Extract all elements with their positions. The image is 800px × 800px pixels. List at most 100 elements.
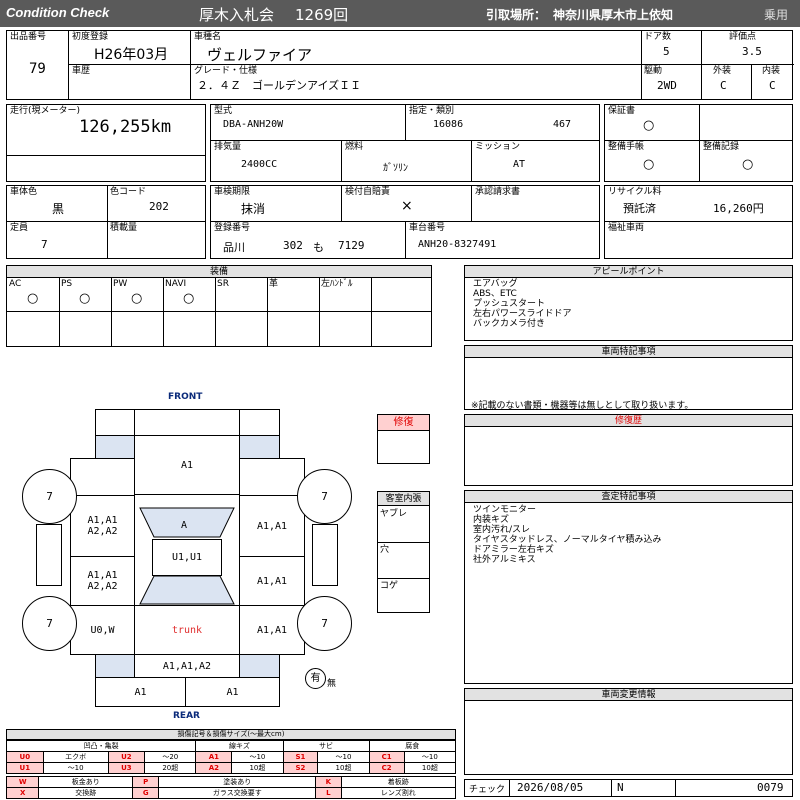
capacity-value: 7 <box>41 238 48 251</box>
car-name: ヴェルファイア <box>207 46 313 64</box>
equipment-label: PW <box>113 279 128 289</box>
score-label: 評価点 <box>729 32 757 42</box>
chassis-label: 車台番号 <box>409 223 446 233</box>
displacement-value: 2400CC <box>241 159 278 170</box>
inspector-notes-title: 査定特記事項 <box>465 491 792 503</box>
warranty-value: ○ <box>643 118 655 133</box>
legend-group: 線キズ <box>195 740 284 752</box>
legend-code: G <box>132 787 160 799</box>
certificate-label: 検付自賠責 <box>345 187 391 197</box>
tire-rear-right: 7 <box>297 596 352 651</box>
first-registration-label: 初度登録 <box>72 32 109 42</box>
equipment-label: NAVI <box>165 279 187 289</box>
left-quarter-panel: U0,W <box>70 605 135 655</box>
rear-bumper-right: A1 <box>185 677 280 707</box>
legend-desc: 交換跡 <box>38 787 134 799</box>
taillight-right <box>239 654 280 678</box>
lot-number: 79 <box>29 61 46 77</box>
headlight-right <box>239 435 280 459</box>
legend-desc: 塗装あり <box>158 776 317 788</box>
header-bar: Condition Check 厚木入札会 1269回 引取場所： 神奈川県厚木… <box>0 0 800 27</box>
appeal-item: 左右パワースライドドア <box>473 309 572 319</box>
legend-group: 腐食 <box>368 740 457 752</box>
inspection-value: 抹消 <box>241 202 266 216</box>
designation-value: 16086 <box>433 119 464 130</box>
legend-desc: 〜10 <box>42 762 109 774</box>
spec-box: 型式 DBA-ANH20W 指定・類別 16086 467 排気量 2400CC… <box>210 104 600 182</box>
check-label: チェック <box>469 785 506 795</box>
capacity-label: 定員 <box>10 223 29 233</box>
appeal-item: エアバッグ <box>473 279 518 289</box>
rear-gate: A1,A1,A2 <box>134 654 240 678</box>
registration-number: 7129 <box>338 239 365 252</box>
doors-value: 5 <box>663 45 670 58</box>
inspector-note-item: ドアミラー左右キズ <box>473 545 554 555</box>
front-bumper-right <box>239 409 280 436</box>
maintenance-record-label: 整備記録 <box>703 142 740 152</box>
trunk-label: trunk <box>134 605 240 655</box>
equipment-label: PS <box>61 279 73 289</box>
registration-box: 車検期限 抹消 検付自賠責 × 承認請求書 登録番号 品川 302 も 7129… <box>210 185 600 259</box>
transmission-value: AT <box>513 159 526 170</box>
recycle-label: リサイクル料 <box>608 187 662 197</box>
inspector-note-item: 内装キズ <box>473 515 510 525</box>
equipment-value: ○ <box>27 291 39 306</box>
legend-desc: 〜10 <box>317 751 370 763</box>
legend-code: K <box>315 776 342 788</box>
front-label: FRONT <box>168 392 203 402</box>
classification-value: 467 <box>553 119 572 130</box>
inspector-note-item: タイヤスタッドレス、ノーマルタイヤ積み込み <box>473 535 662 545</box>
drive-value: 2WD <box>657 79 677 92</box>
legend-code: U1 <box>6 762 44 774</box>
rear-bumper-left: A1 <box>95 677 186 707</box>
score-value: 3.5 <box>742 45 762 58</box>
fuel-value: ｶﾞｿﾘﾝ <box>383 163 408 174</box>
transmission-label: ミッション <box>475 142 521 152</box>
spare-tire-none: 無 <box>327 679 337 689</box>
front-right-fender <box>239 458 305 496</box>
legend-code: W <box>5 776 40 788</box>
chassis-number: ANH20-8327491 <box>418 239 497 250</box>
legend-code: X <box>5 787 40 799</box>
legend-code: A2 <box>195 762 233 774</box>
change-info-title: 車両変更情報 <box>465 689 792 701</box>
registration-area: 品川 <box>223 241 245 254</box>
first-registration: H26年03月 <box>94 47 169 63</box>
tire-front-right: 7 <box>297 469 352 524</box>
inspector-note-item: 室内汚れ/スレ <box>473 525 531 535</box>
pickup-location: 神奈川県厚木市上依知 <box>553 8 674 22</box>
lot-number-label: 出品番号 <box>10 32 47 42</box>
equipment-title: 装備 <box>7 266 431 278</box>
check-date: 2026/08/05 <box>517 781 584 794</box>
appeal-list: エアバッグ ABS、ETC プッシュスタート 左右パワースライドドア バックカメラ付き <box>473 279 572 329</box>
legend-table: 凹凸・亀裂 線キズ サビ 腐食 U0 エクボ U2 〜20 A1 〜10 S1 〜10 C1 〜10 U… <box>5 740 457 774</box>
left-side-window <box>36 524 62 586</box>
mileage-box: 走行(現メーター) 126,255km <box>6 104 206 182</box>
registration-number-label: 登録番号 <box>214 223 251 233</box>
drive-label: 駆動 <box>644 66 663 76</box>
appeal-item: バックカメラ付き <box>473 319 546 329</box>
auction-session: 1269回 <box>295 6 349 24</box>
registration-class: 302 <box>283 239 303 252</box>
front-bumper-left <box>95 409 135 436</box>
legend-code: C1 <box>368 751 405 763</box>
color-code-value: 202 <box>149 200 169 213</box>
recycle-box: リサイクル料 預託済 16,260円 福祉車両 <box>604 185 793 259</box>
legend-code: P <box>132 776 160 788</box>
appeal-title: アピールポイント <box>465 266 792 278</box>
special-notes-text: ※記載のない書類・機器等は無しとして取り扱います。 <box>471 401 694 411</box>
exterior-label: 外装 <box>713 66 732 76</box>
legend-desc: 10超 <box>403 762 457 774</box>
designation-label: 指定・類別 <box>409 106 455 116</box>
appeal-box: アピールポイント エアバッグ ABS、ETC プッシュスタート 左右パワースライドドア… <box>464 265 793 341</box>
tire-rear-left: 7 <box>22 596 77 651</box>
appeal-item: ABS、ETC <box>473 289 517 299</box>
welfare-label: 福祉車両 <box>608 223 645 233</box>
legend-code: A1 <box>195 751 233 763</box>
vehicle-category: 乗用 <box>764 8 789 22</box>
legend-code: S1 <box>282 751 319 763</box>
legend-code: U2 <box>107 751 146 763</box>
recycle-fee: 16,260円 <box>713 202 764 215</box>
registration-kana: も <box>313 241 324 254</box>
color-code-label: 色コード <box>110 187 147 197</box>
